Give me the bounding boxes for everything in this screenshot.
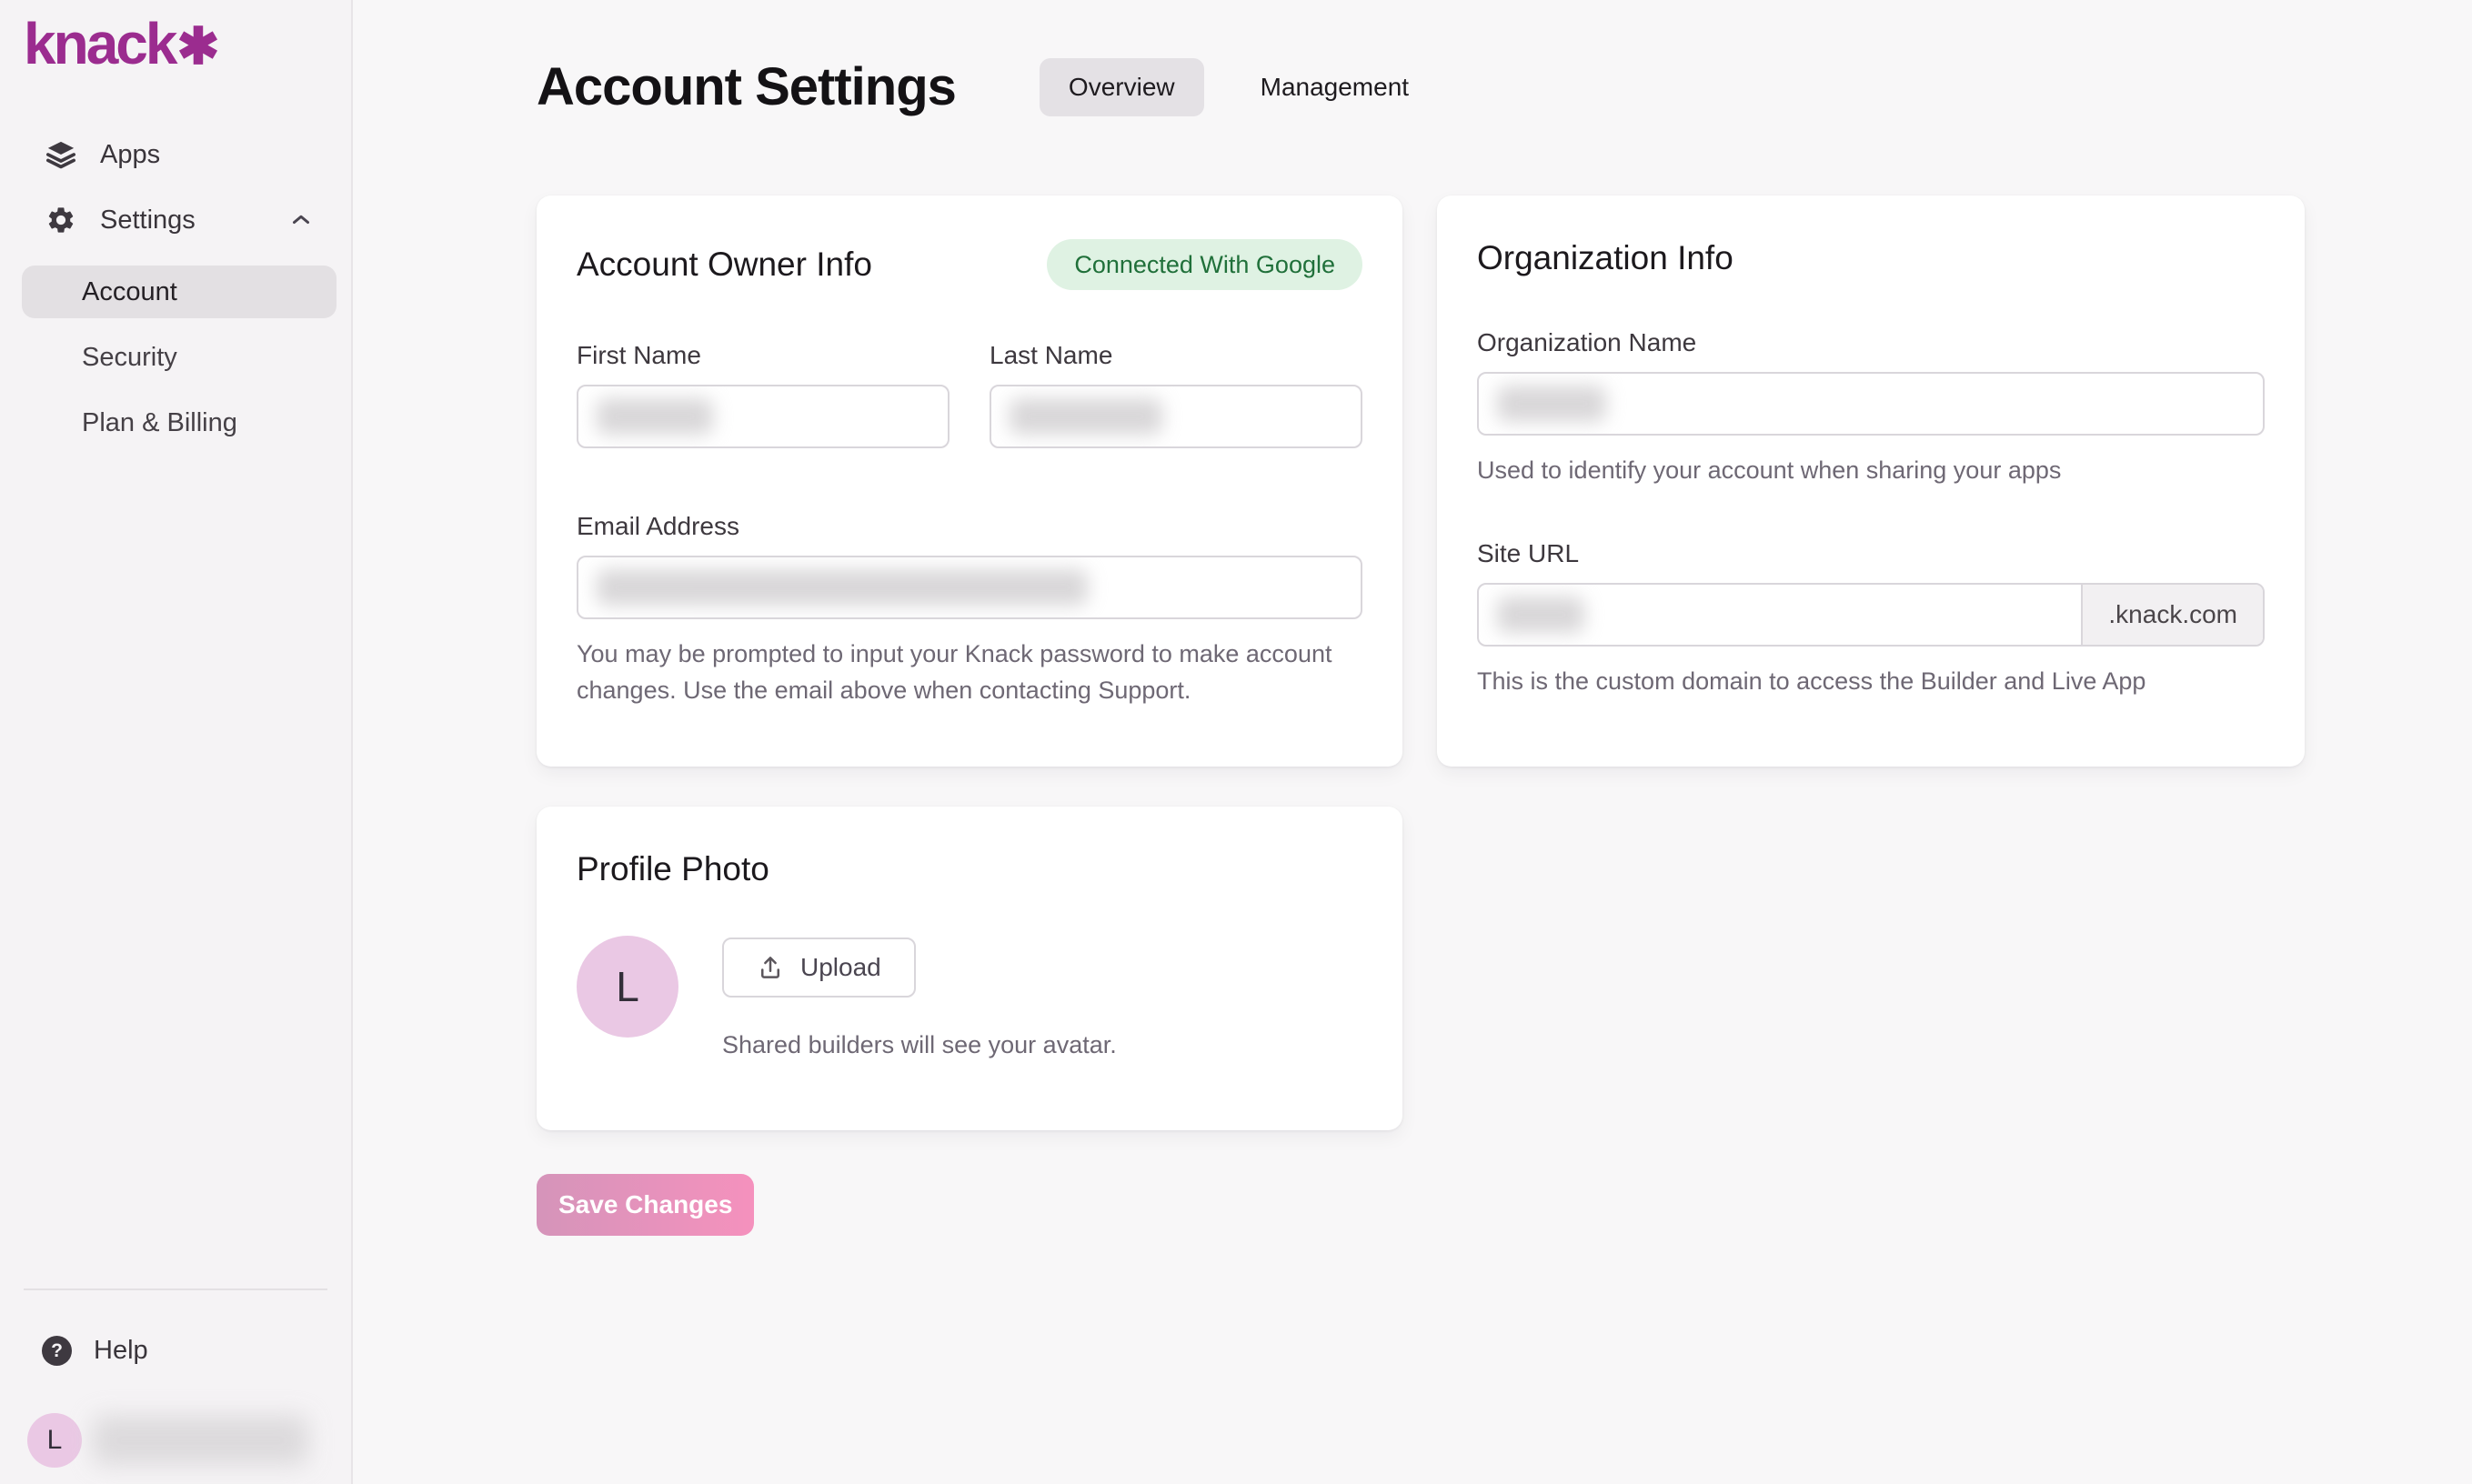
layers-icon: [45, 139, 76, 170]
sidebar-item-apps[interactable]: Apps: [0, 122, 351, 187]
org-name-input[interactable]: [1477, 372, 2265, 436]
upload-button-label: Upload: [800, 953, 881, 982]
user-menu[interactable]: L: [0, 1413, 351, 1468]
card-title-owner: Account Owner Info: [577, 246, 872, 284]
google-connected-badge: Connected With Google: [1047, 239, 1362, 290]
sidebar-item-account[interactable]: Account: [22, 266, 337, 318]
site-url-redacted: [1497, 597, 1584, 633]
email-help-text: You may be prompted to input your Knack …: [577, 636, 1362, 708]
first-name-redacted: [597, 398, 713, 435]
right-column: Organization Info Organization Name Used…: [1437, 196, 2305, 767]
org-name-field: Organization Name Used to identify your …: [1477, 328, 2265, 488]
last-name-input[interactable]: [990, 385, 1362, 448]
save-changes-button[interactable]: Save Changes: [537, 1174, 754, 1236]
last-name-label: Last Name: [990, 341, 1362, 370]
site-url-field: Site URL .knack.com This is the custom d…: [1477, 539, 2265, 699]
user-avatar: L: [27, 1413, 82, 1468]
tab-group: Overview Management: [1040, 58, 1416, 116]
avatar-help-text: Shared builders will see your avatar.: [722, 1027, 1117, 1063]
profile-avatar: L: [577, 936, 678, 1038]
email-label: Email Address: [577, 512, 1362, 541]
card-title-profile: Profile Photo: [577, 850, 1362, 888]
email-input[interactable]: [577, 556, 1362, 619]
app-root: knack✱ Apps Setting: [0, 0, 2472, 1484]
knack-logo[interactable]: knack✱: [0, 0, 351, 73]
sidebar-item-settings[interactable]: Settings: [0, 187, 351, 253]
chevron-up-icon: [287, 206, 315, 234]
gear-icon: [45, 205, 76, 236]
org-name-help-text: Used to identify your account when shari…: [1477, 452, 2265, 488]
site-url-input[interactable]: .knack.com: [1477, 583, 2265, 647]
tab-overview[interactable]: Overview: [1040, 58, 1204, 116]
account-owner-card: Account Owner Info Connected With Google…: [537, 196, 1402, 767]
sidebar: knack✱ Apps Setting: [0, 0, 353, 1484]
logo-text: knack: [24, 11, 175, 76]
owner-card-header: Account Owner Info Connected With Google: [577, 239, 1362, 290]
site-url-suffix: .knack.com: [2081, 585, 2263, 645]
tab-management[interactable]: Management: [1253, 58, 1416, 116]
first-name-input[interactable]: [577, 385, 950, 448]
left-column: Account Owner Info Connected With Google…: [537, 196, 1402, 1236]
sidebar-divider: [24, 1288, 327, 1290]
page-title: Account Settings: [537, 56, 956, 117]
site-url-label: Site URL: [1477, 539, 2265, 568]
name-fields-row: First Name Last Name: [577, 341, 1362, 448]
org-name-label: Organization Name: [1477, 328, 2265, 357]
email-redacted: [597, 569, 1088, 606]
first-name-field: First Name: [577, 341, 950, 448]
user-name-redacted: [93, 1416, 308, 1465]
org-name-redacted: [1497, 386, 1606, 422]
profile-photo-card: Profile Photo L Upload: [537, 807, 1402, 1130]
content-grid: Account Owner Info Connected With Google…: [537, 196, 2472, 1236]
settings-submenu: Account Security Plan & Billing: [0, 266, 351, 449]
sidebar-item-label: Settings: [100, 206, 196, 236]
profile-row: L Upload Shared builders will see: [577, 936, 1362, 1063]
help-button[interactable]: ? Help: [0, 1336, 351, 1366]
upload-button[interactable]: Upload: [722, 938, 916, 998]
page-header: Account Settings Overview Management: [537, 56, 2472, 117]
sidebar-item-security[interactable]: Security: [22, 331, 337, 384]
last-name-field: Last Name: [990, 341, 1362, 448]
email-field: Email Address You may be prompted to inp…: [577, 512, 1362, 708]
organization-card: Organization Info Organization Name Used…: [1437, 196, 2305, 767]
first-name-label: First Name: [577, 341, 950, 370]
sidebar-item-label: Apps: [100, 140, 160, 170]
sidebar-item-plan-billing[interactable]: Plan & Billing: [22, 396, 337, 449]
main-content: Account Settings Overview Management Acc…: [353, 0, 2472, 1484]
upload-icon: [757, 954, 784, 981]
sidebar-nav: Apps Settings Account Security Plan & Bi…: [0, 122, 351, 1288]
logo-asterisk-icon: ✱: [176, 17, 219, 75]
profile-right: Upload Shared builders will see your ava…: [722, 936, 1117, 1063]
sidebar-footer: ? Help L: [0, 1288, 351, 1484]
card-title-organization: Organization Info: [1477, 239, 2265, 277]
help-icon: ?: [42, 1336, 72, 1366]
site-url-help-text: This is the custom domain to access the …: [1477, 663, 2265, 699]
help-label: Help: [94, 1336, 148, 1366]
last-name-redacted: [1010, 398, 1162, 435]
